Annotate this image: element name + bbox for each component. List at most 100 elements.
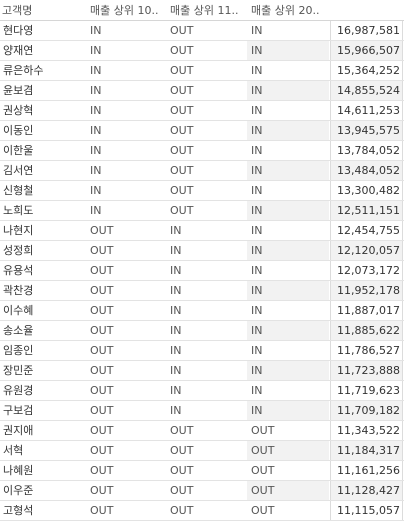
top10-flag-cell[interactable]: OUT — [86, 401, 166, 421]
top20-flag-cell[interactable]: IN — [247, 121, 329, 141]
top20-flag-cell[interactable]: IN — [247, 81, 329, 101]
top10-flag-cell[interactable]: IN — [86, 21, 166, 41]
top11-flag-cell[interactable]: IN — [166, 401, 247, 421]
top20-flag-cell[interactable]: IN — [247, 261, 329, 281]
top20-flag-cell[interactable]: IN — [247, 381, 329, 401]
sales-amount-cell[interactable]: 16,987,581 — [330, 21, 403, 41]
table-row[interactable]: 노희도 IN OUT IN 12,511,151 — [0, 201, 404, 221]
top11-flag-cell[interactable]: IN — [166, 301, 247, 321]
top11-flag-cell[interactable]: IN — [166, 221, 247, 241]
sales-amount-cell[interactable]: 11,128,427 — [330, 481, 403, 501]
table-row[interactable]: 곽찬경 OUT IN IN 11,952,178 — [0, 281, 404, 301]
table-row[interactable]: 유용석 OUT IN IN 12,073,172 — [0, 261, 404, 281]
sales-amount-cell[interactable]: 11,887,017 — [330, 301, 403, 321]
top20-flag-cell[interactable]: IN — [247, 181, 329, 201]
sales-amount-cell[interactable]: 11,184,317 — [330, 441, 403, 461]
top11-flag-cell[interactable]: OUT — [166, 181, 247, 201]
top11-flag-cell[interactable]: OUT — [166, 481, 247, 501]
sales-amount-cell[interactable]: 11,343,522 — [330, 421, 403, 441]
customer-name-cell[interactable]: 나현지 — [0, 221, 86, 241]
top20-flag-cell[interactable]: OUT — [247, 441, 329, 461]
customer-name-cell[interactable]: 유용석 — [0, 261, 86, 281]
table-row[interactable]: 윤보겸 IN OUT IN 14,855,524 — [0, 81, 404, 101]
top10-flag-cell[interactable]: OUT — [86, 281, 166, 301]
top20-flag-cell[interactable]: IN — [247, 101, 329, 121]
customer-name-cell[interactable]: 장민준 — [0, 361, 86, 381]
table-row[interactable]: 권지애 OUT OUT OUT 11,343,522 — [0, 421, 404, 441]
top10-flag-cell[interactable]: OUT — [86, 361, 166, 381]
table-row[interactable]: 이한울 IN OUT IN 13,784,052 — [0, 141, 404, 161]
top10-flag-cell[interactable]: OUT — [86, 241, 166, 261]
top10-flag-cell[interactable]: IN — [86, 161, 166, 181]
top20-flag-cell[interactable]: IN — [247, 341, 329, 361]
customer-name-cell[interactable]: 김서연 — [0, 161, 86, 181]
table-row[interactable]: 신형철 IN OUT IN 13,300,482 — [0, 181, 404, 201]
top10-flag-cell[interactable]: OUT — [86, 441, 166, 461]
table-row[interactable]: 임종인 OUT IN IN 11,786,527 — [0, 341, 404, 361]
customer-name-cell[interactable]: 윤보겸 — [0, 81, 86, 101]
customer-name-cell[interactable]: 권지애 — [0, 421, 86, 441]
table-row[interactable]: 류은하수 IN OUT IN 15,364,252 — [0, 61, 404, 81]
table-row[interactable]: 나혜원 OUT OUT OUT 11,161,256 — [0, 461, 404, 481]
top20-flag-cell[interactable]: OUT — [247, 501, 329, 521]
table-row[interactable]: 구보검 OUT IN IN 11,709,182 — [0, 401, 404, 421]
table-row[interactable]: 서혁 OUT OUT OUT 11,184,317 — [0, 441, 404, 461]
customer-name-cell[interactable]: 성정희 — [0, 241, 86, 261]
customer-name-cell[interactable]: 현다영 — [0, 21, 86, 41]
customer-name-cell[interactable]: 송소율 — [0, 321, 86, 341]
top11-flag-cell[interactable]: OUT — [166, 121, 247, 141]
table-row[interactable]: 이우준 OUT OUT OUT 11,128,427 — [0, 481, 404, 501]
top11-flag-cell[interactable]: OUT — [166, 141, 247, 161]
top20-flag-cell[interactable]: IN — [247, 161, 329, 181]
top11-flag-cell[interactable]: OUT — [166, 81, 247, 101]
top10-flag-cell[interactable]: OUT — [86, 341, 166, 361]
table-row[interactable]: 장민준 OUT IN IN 11,723,888 — [0, 361, 404, 381]
top11-flag-cell[interactable]: OUT — [166, 161, 247, 181]
table-row[interactable]: 양재연 IN OUT IN 15,966,507 — [0, 41, 404, 61]
sales-amount-cell[interactable]: 11,115,057 — [330, 501, 403, 521]
top20-flag-cell[interactable]: IN — [247, 301, 329, 321]
top10-flag-cell[interactable]: OUT — [86, 381, 166, 401]
top11-flag-cell[interactable]: OUT — [166, 101, 247, 121]
column-header-sales-amount[interactable] — [330, 0, 403, 21]
table-row[interactable]: 김서연 IN OUT IN 13,484,052 — [0, 161, 404, 181]
top11-flag-cell[interactable]: OUT — [166, 41, 247, 61]
top10-flag-cell[interactable]: IN — [86, 41, 166, 61]
sales-amount-cell[interactable]: 12,511,151 — [330, 201, 403, 221]
sales-amount-cell[interactable]: 13,484,052 — [330, 161, 403, 181]
top11-flag-cell[interactable]: OUT — [166, 421, 247, 441]
top10-flag-cell[interactable]: OUT — [86, 481, 166, 501]
customer-name-cell[interactable]: 이한울 — [0, 141, 86, 161]
sales-amount-cell[interactable]: 12,454,755 — [330, 221, 403, 241]
customer-name-cell[interactable]: 신형철 — [0, 181, 86, 201]
top11-flag-cell[interactable]: OUT — [166, 201, 247, 221]
table-row[interactable]: 송소율 OUT IN IN 11,885,622 — [0, 321, 404, 341]
table-row[interactable]: 권상혁 IN OUT IN 14,611,253 — [0, 101, 404, 121]
customer-name-cell[interactable]: 이동인 — [0, 121, 86, 141]
top10-flag-cell[interactable]: OUT — [86, 301, 166, 321]
top10-flag-cell[interactable]: IN — [86, 121, 166, 141]
sales-amount-cell[interactable]: 11,952,178 — [330, 281, 403, 301]
top20-flag-cell[interactable]: IN — [247, 221, 329, 241]
sales-amount-cell[interactable]: 11,709,182 — [330, 401, 403, 421]
top20-flag-cell[interactable]: IN — [247, 201, 329, 221]
sales-amount-cell[interactable]: 13,300,482 — [330, 181, 403, 201]
top11-flag-cell[interactable]: OUT — [166, 61, 247, 81]
sales-amount-cell[interactable]: 13,945,575 — [330, 121, 403, 141]
top11-flag-cell[interactable]: OUT — [166, 501, 247, 521]
customer-name-cell[interactable]: 권상혁 — [0, 101, 86, 121]
sales-amount-cell[interactable]: 14,855,524 — [330, 81, 403, 101]
top20-flag-cell[interactable]: IN — [247, 141, 329, 161]
customer-name-cell[interactable]: 이수혜 — [0, 301, 86, 321]
sales-amount-cell[interactable]: 15,966,507 — [330, 41, 403, 61]
top10-flag-cell[interactable]: OUT — [86, 321, 166, 341]
column-header-top11-flag[interactable]: 매출 상위 11.. — [170, 0, 247, 21]
top11-flag-cell[interactable]: IN — [166, 241, 247, 261]
sales-amount-cell[interactable]: 11,885,622 — [330, 321, 403, 341]
top20-flag-cell[interactable]: IN — [247, 41, 329, 61]
sales-amount-cell[interactable]: 12,073,172 — [330, 261, 403, 281]
customer-name-cell[interactable]: 이우준 — [0, 481, 86, 501]
top11-flag-cell[interactable]: IN — [166, 281, 247, 301]
top20-flag-cell[interactable]: IN — [247, 241, 329, 261]
sales-amount-cell[interactable]: 13,784,052 — [330, 141, 403, 161]
